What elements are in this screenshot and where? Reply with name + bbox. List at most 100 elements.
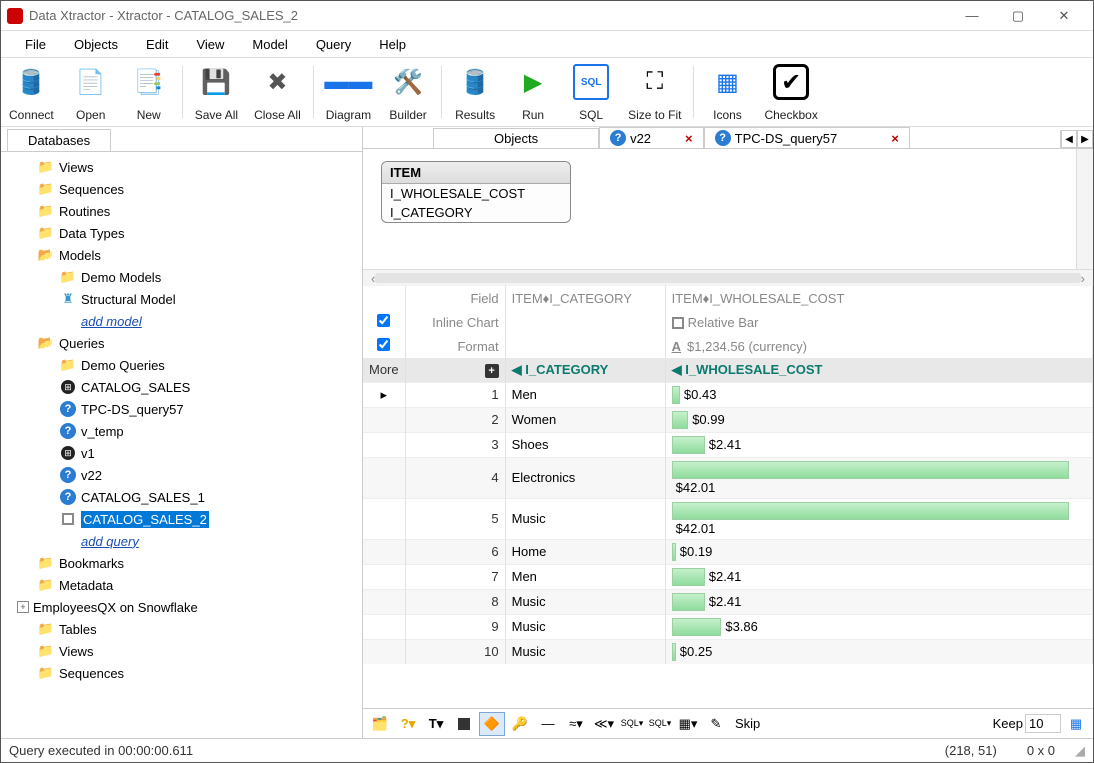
run-button[interactable]: ▶Run [504, 60, 562, 124]
table-row[interactable]: 6Home$0.19 [363, 539, 1093, 564]
grid-column-headers[interactable]: More + ◀ I_CATEGORY ◀ I_WHOLESALE_COST [363, 358, 1093, 382]
open-button[interactable]: 📄Open [62, 60, 120, 124]
menu-view[interactable]: View [184, 33, 236, 56]
share-icon[interactable]: ≪▾ [591, 712, 617, 736]
sql2-icon[interactable]: SQL▾ [647, 712, 673, 736]
entity-field[interactable]: I_CATEGORY [382, 203, 570, 222]
grid-header-inline[interactable]: Inline Chart Relative Bar [363, 310, 1093, 334]
tree-views2[interactable]: 📁Views [3, 640, 360, 662]
tab-objects[interactable]: Objects [433, 128, 599, 148]
menu-query[interactable]: Query [304, 33, 363, 56]
table-row[interactable]: ▸1Men$0.43 [363, 382, 1093, 407]
key-icon[interactable]: 🔑 [507, 712, 533, 736]
table-row[interactable]: 2Women$0.99 [363, 407, 1093, 432]
diagram-canvas[interactable]: ITEM I_WHOLESALE_COST I_CATEGORY [363, 149, 1093, 269]
help-icon[interactable]: ?▾ [395, 712, 421, 736]
diagram-button[interactable]: ▬▬Diagram [318, 60, 379, 124]
tree-models[interactable]: 📂Models [3, 244, 360, 266]
expand-icon[interactable]: + [17, 601, 29, 613]
table-row[interactable]: 4Electronics$42.01 [363, 457, 1093, 498]
checkbox-button[interactable]: ✔Checkbox [756, 60, 825, 124]
entity-field[interactable]: I_WHOLESALE_COST [382, 184, 570, 203]
table-row[interactable]: 10Music$0.25 [363, 639, 1093, 664]
connect-button[interactable]: 🛢️Connect [1, 60, 62, 124]
plus-icon[interactable]: + [485, 364, 499, 378]
tree-demo-queries[interactable]: 📁Demo Queries [3, 354, 360, 376]
grid-header-format[interactable]: Format A$1,234.56 (currency) [363, 334, 1093, 358]
tree-catalog-sales[interactable]: ⊞CATALOG_SALES [3, 376, 360, 398]
databases-tab[interactable]: Databases [7, 129, 111, 151]
database-tree[interactable]: 📁Views 📁Sequences 📁Routines 📁Data Types … [1, 152, 362, 738]
menu-model[interactable]: Model [240, 33, 299, 56]
resize-grip-icon[interactable]: ◢ [1075, 743, 1085, 759]
results-button[interactable]: 🛢️Results [446, 60, 504, 124]
tree-tables[interactable]: 📁Tables [3, 618, 360, 640]
tree-v22[interactable]: ?v22 [3, 464, 360, 486]
line-icon[interactable]: — [535, 712, 561, 736]
save-icon: 💾 [198, 64, 234, 100]
tree-v1[interactable]: ⊞v1 [3, 442, 360, 464]
tree-metadata[interactable]: 📁Metadata [3, 574, 360, 596]
vertical-scrollbar[interactable] [1076, 149, 1093, 269]
table-row[interactable]: 8Music$2.41 [363, 589, 1093, 614]
color-tool-icon[interactable]: 🔶 [479, 712, 505, 736]
approx-icon[interactable]: ≈▾ [563, 712, 589, 736]
table-row[interactable]: 9Music$3.86 [363, 614, 1093, 639]
tree-sequences[interactable]: 📁Sequences [3, 178, 360, 200]
format-checkbox[interactable] [377, 338, 390, 351]
close-button[interactable]: ✕ [1041, 1, 1087, 31]
tree-sequences2[interactable]: 📁Sequences [3, 662, 360, 684]
table-row[interactable]: 5Music$42.01 [363, 498, 1093, 539]
close-tab-icon[interactable]: × [891, 131, 899, 146]
add-model-link[interactable]: add model [3, 310, 360, 332]
sql-button[interactable]: SQLSQL [562, 60, 620, 124]
edit-icon[interactable]: ✎ [703, 712, 729, 736]
close-x-icon: ✖ [259, 64, 295, 100]
close-tab-icon[interactable]: × [685, 131, 693, 146]
status-coords: (218, 51) [945, 743, 997, 758]
inline-chart-checkbox[interactable] [377, 314, 390, 327]
tab-scroll-right[interactable]: ▶ [1077, 130, 1093, 148]
keep-input[interactable] [1025, 714, 1061, 733]
folder-icon: 📁 [37, 225, 55, 241]
tab-v22[interactable]: ?v22× [599, 127, 704, 148]
table-row[interactable]: 7Men$2.41 [363, 564, 1093, 589]
tab-tpcds[interactable]: ?TPC-DS_query57× [704, 127, 910, 148]
size-to-fit-button[interactable]: ⛶Size to Fit [620, 60, 689, 124]
layers-icon[interactable]: 🗂️ [367, 712, 393, 736]
tree-catalog-sales-1[interactable]: ?CATALOG_SALES_1 [3, 486, 360, 508]
table-row[interactable]: 3Shoes$2.41 [363, 432, 1093, 457]
menu-objects[interactable]: Objects [62, 33, 130, 56]
add-query-link[interactable]: add query [3, 530, 360, 552]
menu-edit[interactable]: Edit [134, 33, 180, 56]
tree-vtemp[interactable]: ?v_temp [3, 420, 360, 442]
table-icon[interactable]: ▦▾ [675, 712, 701, 736]
maximize-button[interactable]: ▢ [995, 1, 1041, 31]
minimize-button[interactable]: — [949, 1, 995, 31]
menu-file[interactable]: File [13, 33, 58, 56]
tab-scroll-left[interactable]: ◀ [1061, 130, 1077, 148]
tree-employeesqx[interactable]: +EmployeesQX on Snowflake [3, 596, 360, 618]
tree-routines[interactable]: 📁Routines [3, 200, 360, 222]
tree-bookmarks[interactable]: 📁Bookmarks [3, 552, 360, 574]
new-button[interactable]: 📑New [120, 60, 178, 124]
text-icon[interactable]: T▾ [423, 712, 449, 736]
tree-catalog-sales-2[interactable]: CATALOG_SALES_2 [3, 508, 360, 530]
horizontal-scrollbar[interactable]: ‹› [363, 269, 1093, 286]
menu-help[interactable]: Help [367, 33, 418, 56]
tree-structural-model[interactable]: ♜Structural Model [3, 288, 360, 310]
tree-demo-models[interactable]: 📁Demo Models [3, 266, 360, 288]
tree-datatypes[interactable]: 📁Data Types [3, 222, 360, 244]
tree-tpcds57[interactable]: ?TPC-DS_query57 [3, 398, 360, 420]
box-icon[interactable] [451, 712, 477, 736]
icons-button[interactable]: ▦Icons [698, 60, 756, 124]
close-all-button[interactable]: ✖Close All [246, 60, 309, 124]
entity-item[interactable]: ITEM I_WHOLESALE_COST I_CATEGORY [381, 161, 571, 223]
grid-small-icon[interactable]: ▦ [1063, 712, 1089, 736]
save-all-button[interactable]: 💾Save All [187, 60, 246, 124]
builder-button[interactable]: 🛠️Builder [379, 60, 437, 124]
tree-queries[interactable]: 📂Queries [3, 332, 360, 354]
tree-views[interactable]: 📁Views [3, 156, 360, 178]
sql1-icon[interactable]: SQL▾ [619, 712, 645, 736]
folder-icon: 📁 [37, 181, 55, 197]
